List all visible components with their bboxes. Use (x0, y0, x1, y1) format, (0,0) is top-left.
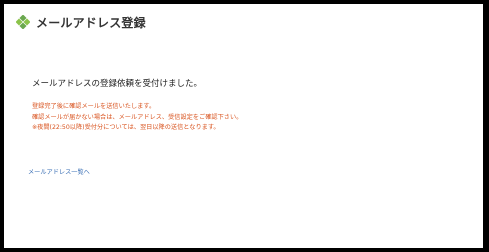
page-frame: メールアドレス登録 メールアドレスの登録依頼を受付けました。 登録完了後に確認メ… (4, 4, 483, 248)
email-list-link[interactable]: メールアドレス一覧へ (28, 167, 90, 176)
green-diamond-icon (16, 15, 30, 29)
notice-line: 確認メールが届かない場合は、メールアドレス、受信設定をご確認下さい。 (32, 113, 243, 121)
notice-list: 登録完了後に確認メールを送信いたします。 確認メールが届かない場合は、メールアド… (32, 102, 242, 134)
page-header: メールアドレス登録 (16, 12, 146, 32)
notice-line: 登録完了後に確認メールを送信いたします。 (32, 103, 156, 110)
notice-line: ※夜間(22:50以降)受付分については、翌日以降の送信となります。 (32, 124, 220, 131)
page-title: メールアドレス登録 (36, 15, 146, 30)
confirmation-message: メールアドレスの登録依頼を受付けました。 (32, 79, 203, 89)
